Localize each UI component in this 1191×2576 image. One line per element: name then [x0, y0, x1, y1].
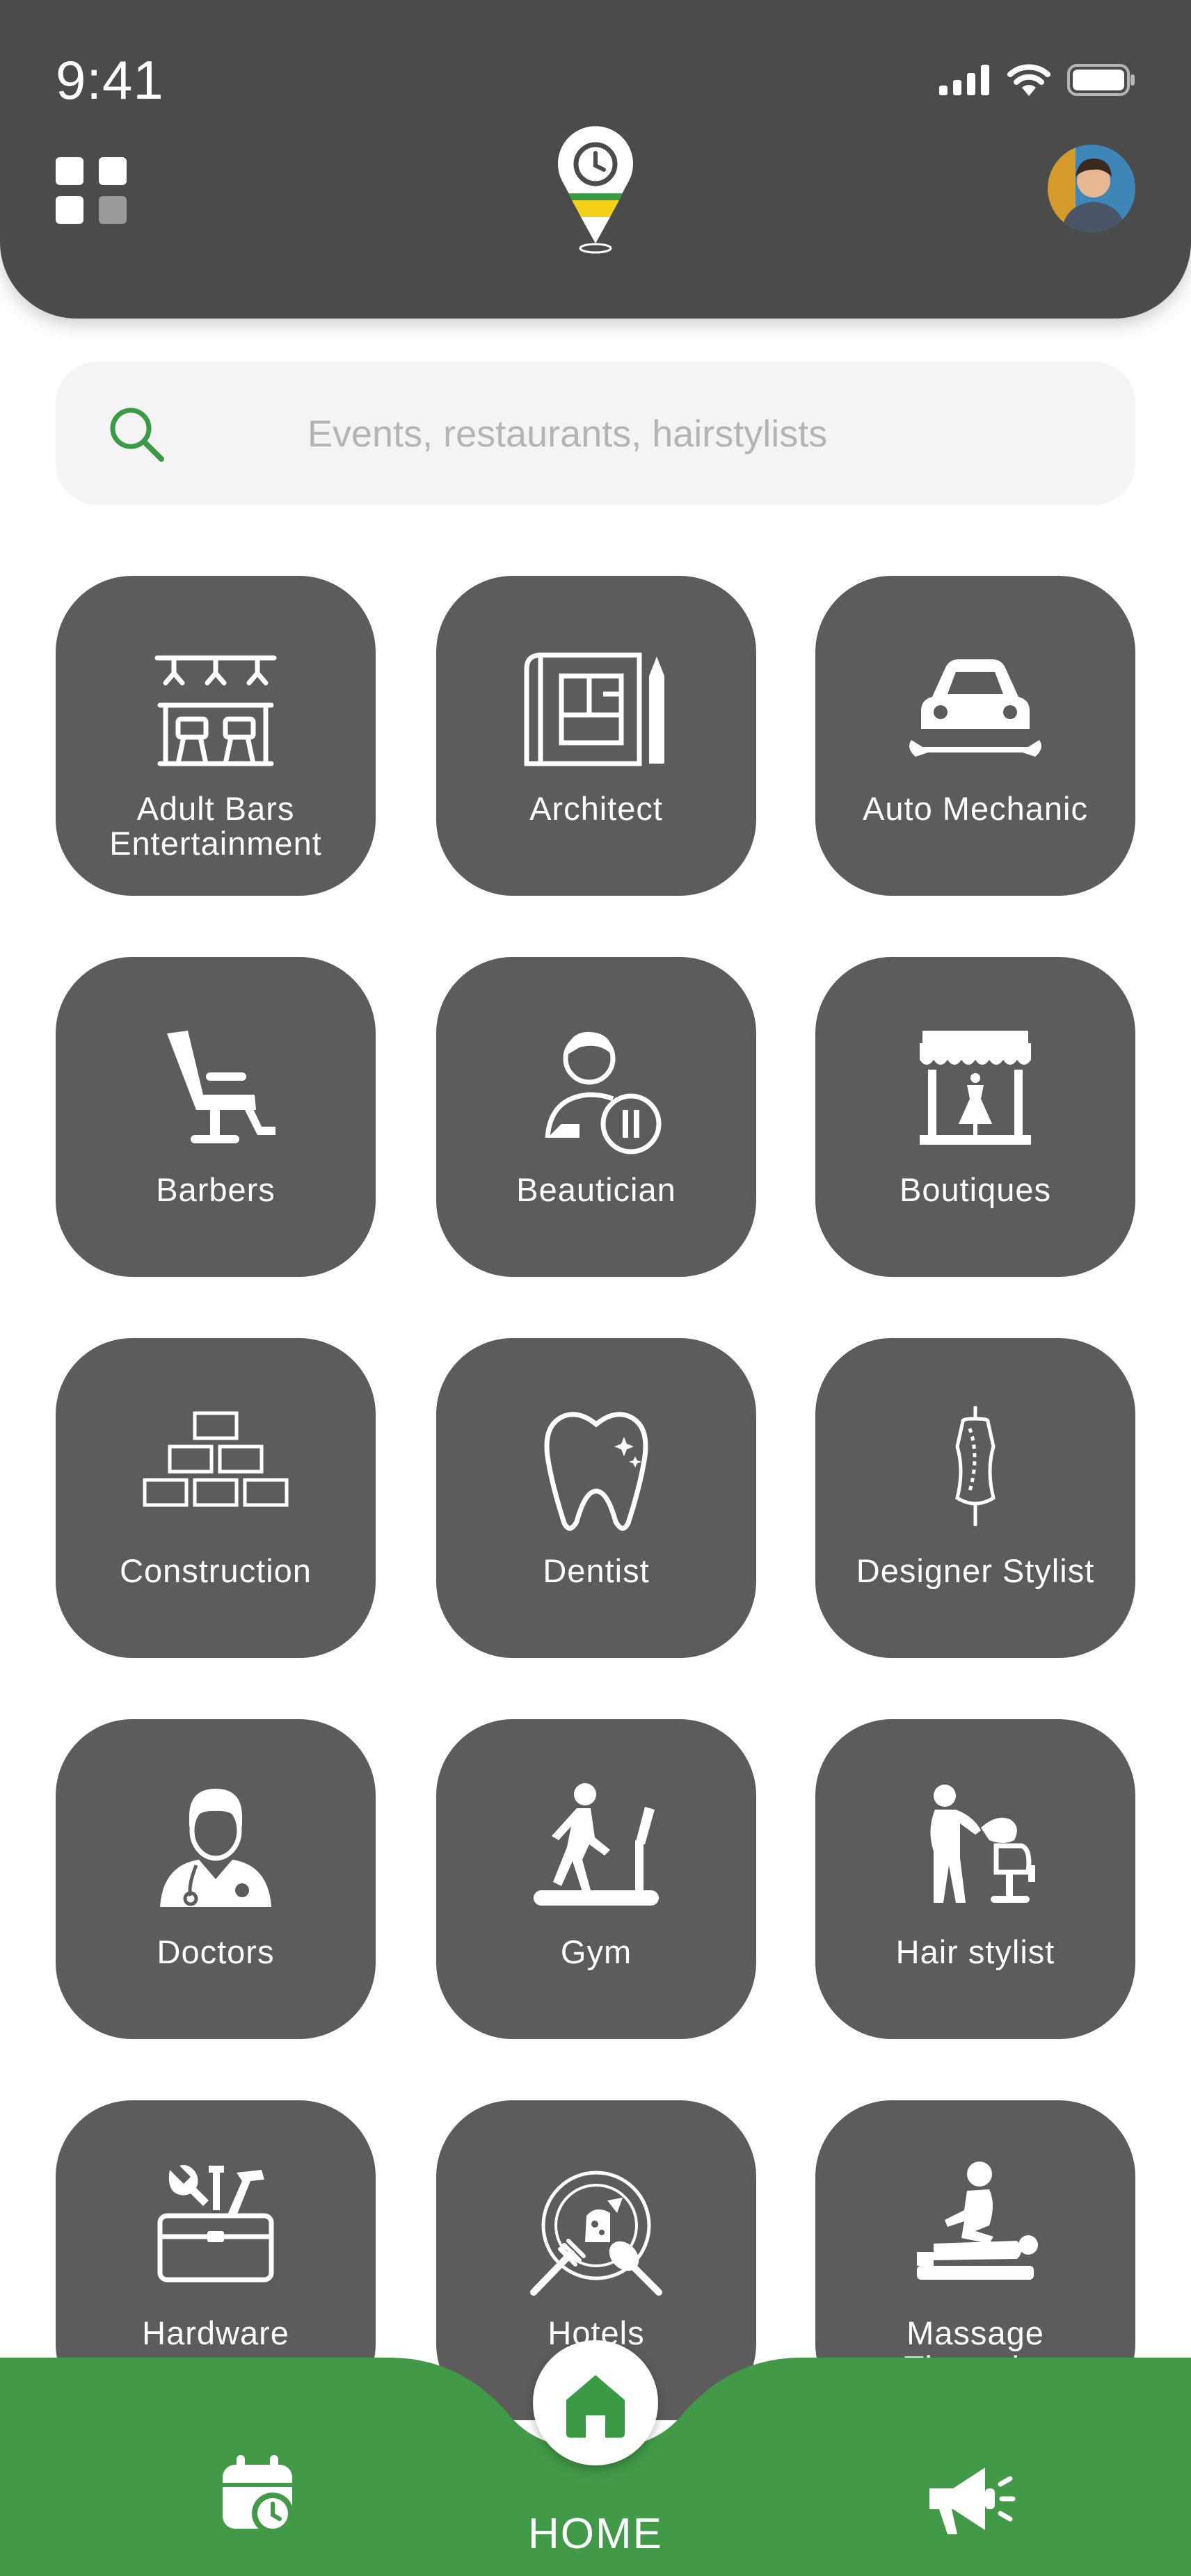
category-tile-barbers[interactable]: Barbers [56, 957, 376, 1277]
category-label: Doctors [157, 1933, 275, 1970]
category-tile-adult-bars[interactable]: Adult Bars Entertainment [56, 576, 376, 896]
grid-menu-icon[interactable] [56, 157, 128, 224]
plate-fork-icon [530, 2171, 662, 2296]
wifi-icon [1007, 64, 1050, 96]
category-label: Hardware [142, 2315, 289, 2351]
category-label: Construction [120, 1552, 312, 1589]
category-tile-dentist[interactable]: Dentist [436, 1338, 756, 1658]
hair-stylist-icon [930, 1785, 1035, 1903]
home-label: HOME [528, 2510, 663, 2558]
category-tile-doctors[interactable]: Doctors [56, 1719, 376, 2039]
category-label: Architect [529, 790, 663, 827]
status-icons [939, 64, 1135, 96]
signal-icon [939, 65, 989, 95]
battery-icon [1067, 64, 1135, 96]
category-tile-designer-stylist[interactable]: Designer Stylist [815, 1338, 1135, 1658]
massage-icon [917, 2162, 1038, 2280]
tooth-icon [544, 1412, 648, 1531]
location-pin-clock-logo [558, 126, 633, 254]
bricks-icon [143, 1411, 289, 1507]
category-tile-architect[interactable]: Architect [436, 576, 756, 896]
search-icon[interactable] [107, 405, 166, 463]
user-avatar[interactable] [1048, 145, 1135, 232]
category-label: Barbers [156, 1171, 275, 1208]
category-tile-beautician[interactable]: Beautician [436, 957, 756, 1277]
category-label: Gym [560, 1933, 632, 1970]
treadmill-icon [534, 1783, 659, 1906]
megaphone-icon[interactable] [918, 2449, 1016, 2547]
calendar-clock-icon[interactable] [209, 2448, 306, 2545]
category-tile-auto-mechanic[interactable]: Auto Mechanic [815, 576, 1135, 896]
doctor-icon [160, 1789, 271, 1907]
status-time: 9:41 [56, 49, 164, 111]
category-tile-construction[interactable]: Construction [56, 1338, 376, 1658]
toolbox-icon [157, 2165, 274, 2283]
mannequin-icon [955, 1406, 996, 1526]
category-label: Designer Stylist [856, 1552, 1095, 1589]
category-label: Adult Bars Entertainment [109, 790, 322, 862]
category-tile-gym[interactable]: Gym [436, 1719, 756, 2039]
home-icon [566, 2375, 625, 2438]
bar-stools-icon [154, 655, 277, 766]
app-header: 9:41 [0, 0, 1191, 319]
barber-chair-icon [167, 1031, 275, 1143]
category-label: Auto Mechanic [863, 790, 1088, 827]
storefront-dress-icon [920, 1031, 1031, 1145]
category-label: Beautician [516, 1171, 676, 1208]
search-input[interactable] [306, 400, 1005, 468]
category-label: Dentist [543, 1552, 650, 1589]
beautician-icon [545, 1031, 662, 1154]
blueprint-icon [524, 652, 664, 766]
category-label: Boutiques [899, 1171, 1052, 1208]
category-tile-boutiques[interactable]: Boutiques [815, 957, 1135, 1277]
home-button[interactable] [533, 2340, 658, 2465]
car-wrench-icon [909, 659, 1041, 757]
category-label: Hair stylist [895, 1933, 1055, 1970]
search-bar[interactable] [56, 362, 1135, 505]
category-tile-hair-stylist[interactable]: Hair stylist [815, 1719, 1135, 2039]
